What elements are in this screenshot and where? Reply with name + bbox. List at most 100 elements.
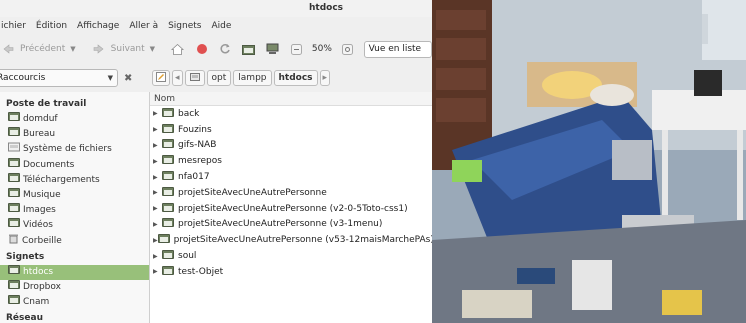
folder-icon (162, 250, 174, 262)
folder-open-icon[interactable] (242, 42, 256, 56)
file-row[interactable]: ▶ nfa017 (150, 169, 432, 185)
file-row[interactable]: ▶ projetSiteAvecUneAutrePersonne (v2-0-5T… (150, 201, 432, 217)
expand-arrow-icon[interactable]: ▶ (153, 142, 162, 149)
file-name: projetSiteAvecUneAutrePersonne (v53-12ma… (173, 235, 432, 246)
folder-icon (157, 234, 170, 246)
sidebar-item-label: Vidéos (23, 220, 53, 231)
file-name: Fouzins (178, 124, 212, 135)
sidebar: Poste de travail domduf Bureau Système d… (0, 92, 150, 323)
file-row[interactable]: ▶ soul (150, 248, 432, 264)
sidebar-item-desktop[interactable]: Bureau (0, 127, 149, 142)
path-scroll-left-button[interactable]: ◂ (172, 70, 183, 86)
file-name: projetSiteAvecUneAutrePersonne (178, 187, 327, 198)
sidebar-heading-bookmarks: Signets (6, 251, 45, 262)
path-root-button[interactable] (184, 70, 205, 86)
zoom-out-icon[interactable] (289, 42, 303, 56)
expand-arrow-icon[interactable]: ▶ (153, 110, 162, 117)
menu-file[interactable]: ichier (0, 21, 31, 31)
home-icon[interactable] (171, 42, 185, 56)
back-label: Précédent (20, 44, 66, 54)
menu-go[interactable]: Aller à (124, 21, 163, 31)
trash-icon (8, 233, 19, 250)
file-row[interactable]: ▶ test-Objet (150, 264, 432, 280)
folder-icon (162, 218, 174, 230)
folder-icon (162, 202, 174, 215)
folder-icon (8, 264, 20, 280)
expand-arrow-icon[interactable]: ▶ (153, 158, 162, 165)
expand-arrow-icon[interactable]: ▶ (153, 221, 162, 228)
bedroom-photo-drawing (432, 0, 746, 323)
forward-label: Suivant (110, 44, 145, 54)
folder-icon (8, 157, 20, 173)
sidebar-item-cnam[interactable]: Cnam (0, 295, 149, 310)
sidebar-item-htdocs[interactable]: htdocs (0, 264, 149, 280)
expand-arrow-icon[interactable]: ▶ (153, 126, 162, 133)
sidebar-item-trash[interactable]: Corbeille (0, 234, 149, 249)
edit-path-icon (156, 71, 166, 85)
sidebar-item-downloads[interactable]: Téléchargements (0, 172, 149, 188)
file-row[interactable]: ▶ gifs-NAB (150, 138, 432, 154)
folder-icon (8, 188, 20, 203)
file-name: projetSiteAvecUneAutrePersonne (v3-1menu… (178, 219, 383, 230)
file-row[interactable]: ▶ mesrepos (150, 153, 432, 169)
close-icon[interactable]: ✖ (124, 73, 132, 84)
file-row[interactable]: ▶ Fouzins (150, 122, 432, 138)
sidebar-item-dropbox[interactable]: Dropbox (0, 279, 149, 295)
forward-button[interactable]: Suivant ▼ (87, 42, 160, 56)
folder-icon (162, 186, 174, 199)
title-bar[interactable]: htdocs (0, 0, 432, 17)
view-mode-select[interactable]: Vue en liste (363, 40, 432, 58)
sidebar-item-videos[interactable]: Vidéos (0, 218, 149, 233)
expand-arrow-icon[interactable]: ▶ (153, 205, 162, 212)
stop-icon[interactable] (195, 42, 209, 56)
path-segment-htdocs[interactable]: htdocs (273, 70, 318, 86)
zoom-in-icon[interactable] (341, 42, 355, 56)
sidebar-item-label: Cnam (23, 297, 50, 308)
path-segment-lampp[interactable]: lampp (233, 70, 272, 86)
file-name: mesrepos (178, 156, 222, 167)
folder-icon (8, 112, 20, 127)
file-row[interactable]: ▶ projetSiteAvecUneAutrePersonne (v3-1men… (150, 217, 432, 233)
menu-help[interactable]: Aide (206, 21, 236, 31)
file-manager-window: htdocs ichier Édition Affichage Aller à … (0, 0, 432, 323)
path-scroll-right-button[interactable]: ▸ (319, 70, 331, 86)
back-button[interactable]: Précédent ▼ (0, 42, 81, 56)
chevron-right-icon: ▸ (322, 73, 328, 83)
arrow-right-icon (92, 42, 106, 56)
folder-icon (162, 171, 174, 183)
sidebar-item-label: Bureau (23, 129, 56, 140)
sidebar-item-documents[interactable]: Documents (0, 157, 149, 173)
sidebar-item-label: Système de fichiers (23, 144, 112, 155)
chevron-down-icon: ▼ (107, 74, 113, 82)
menu-view[interactable]: Affichage (72, 21, 124, 31)
expand-arrow-icon[interactable]: ▶ (153, 268, 162, 275)
chevron-down-icon[interactable]: ▼ (150, 45, 155, 53)
sidebar-mode-select[interactable]: Raccourcis ▼ (0, 69, 118, 87)
expand-arrow-icon[interactable]: ▶ (153, 253, 162, 260)
expand-arrow-icon[interactable]: ▶ (153, 189, 162, 196)
sidebar-item-filesystem[interactable]: Système de fichiers (0, 142, 149, 157)
sidebar-item-label: Musique (23, 190, 61, 201)
file-row[interactable]: ▶ projetSiteAvecUneAutrePersonne (v53-12m… (150, 232, 432, 248)
sidebar-item-images[interactable]: Images (0, 203, 149, 218)
sidebar-heading-computer: Poste de travail (6, 99, 87, 109)
file-row[interactable]: ▶ back (150, 106, 432, 122)
file-name: projetSiteAvecUneAutrePersonne (v2-0-5To… (178, 203, 408, 214)
sidebar-item-domduf[interactable]: domduf (0, 112, 149, 127)
sidebar-heading-network: Réseau (6, 313, 43, 323)
sidebar-item-music[interactable]: Musique (0, 188, 149, 203)
reload-icon[interactable] (218, 42, 232, 56)
folder-icon (8, 172, 20, 188)
edit-path-button[interactable] (152, 70, 170, 86)
menu-bookmarks[interactable]: Signets (163, 21, 206, 31)
path-segment-opt[interactable]: opt (206, 70, 232, 86)
menu-edit[interactable]: Édition (31, 21, 72, 31)
sidebar-item-label: htdocs (23, 266, 54, 277)
file-row[interactable]: ▶ projetSiteAvecUneAutrePersonne (150, 185, 432, 201)
computer-icon[interactable] (266, 42, 280, 56)
folder-icon (8, 279, 20, 295)
column-header-name[interactable]: Nom (150, 92, 432, 106)
file-name: back (178, 108, 200, 119)
chevron-down-icon[interactable]: ▼ (70, 45, 75, 53)
expand-arrow-icon[interactable]: ▶ (153, 174, 162, 181)
